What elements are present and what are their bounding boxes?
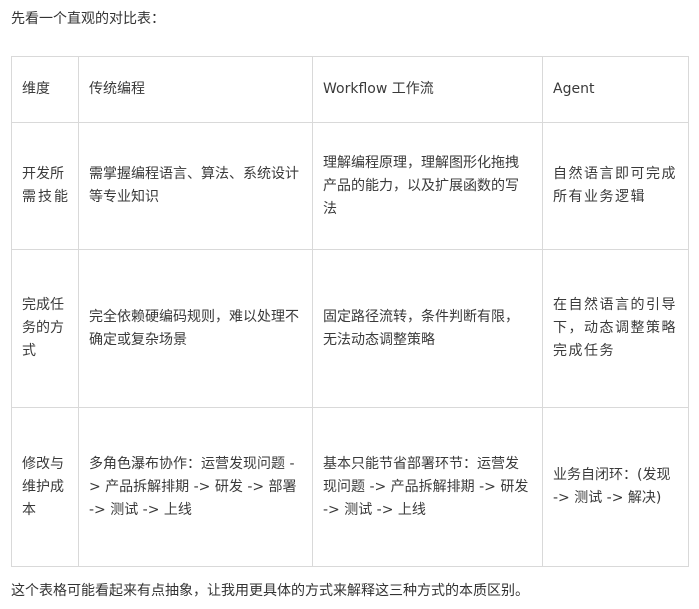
- cell-traditional-method: 完全依赖硬编码规则，难以处理不确定或复杂场景: [78, 249, 313, 408]
- cell-workflow-skills: 理解编程原理，理解图形化拖拽产品的能力，以及扩展函数的写法: [312, 122, 543, 250]
- intro-text: 先看一个直观的对比表：: [11, 11, 165, 27]
- cell-agent-skills: 自然语言即可完成所有业务逻辑: [542, 122, 689, 250]
- header-workflow: Workflow 工作流: [312, 56, 543, 123]
- row-label-maintenance: 修改与维护成本: [11, 407, 79, 567]
- cell-workflow-maintenance: 基本只能节省部署环节：运营发现问题 -> 产品拆解排期 -> 研发 -> 测试 …: [312, 407, 543, 567]
- comparison-table: 维度 传统编程 Workflow 工作流 Agent 开发所需技能 需掌握编程语…: [11, 56, 689, 567]
- table-row: 完成任务的方式 完全依赖硬编码规则，难以处理不确定或复杂场景 固定路径流转，条件…: [11, 249, 689, 408]
- table-row: 开发所需技能 需掌握编程语言、算法、系统设计等专业知识 理解编程原理，理解图形化…: [11, 122, 689, 250]
- header-dimension: 维度: [11, 56, 79, 123]
- cell-workflow-method: 固定路径流转，条件判断有限，无法动态调整策略: [312, 249, 543, 408]
- cell-agent-method: 在自然语言的引导下，动态调整策略完成任务: [542, 249, 689, 408]
- table-header-row: 维度 传统编程 Workflow 工作流 Agent: [11, 56, 689, 123]
- header-traditional: 传统编程: [78, 56, 313, 123]
- header-agent: Agent: [542, 56, 689, 123]
- row-label-skills: 开发所需技能: [11, 122, 79, 250]
- table-row: 修改与维护成本 多角色瀑布协作：运营发现问题 -> 产品拆解排期 -> 研发 -…: [11, 407, 689, 567]
- cell-traditional-skills: 需掌握编程语言、算法、系统设计等专业知识: [78, 122, 313, 250]
- cell-agent-maintenance: 业务自闭环：(发现 -> 测试 -> 解决): [542, 407, 689, 567]
- cell-traditional-maintenance: 多角色瀑布协作：运营发现问题 -> 产品拆解排期 -> 研发 -> 部署 -> …: [78, 407, 313, 567]
- row-label-method: 完成任务的方式: [11, 249, 79, 408]
- outro-text: 这个表格可能看起来有点抽象，让我用更具体的方式来解释这三种方式的本质区别。: [11, 583, 529, 599]
